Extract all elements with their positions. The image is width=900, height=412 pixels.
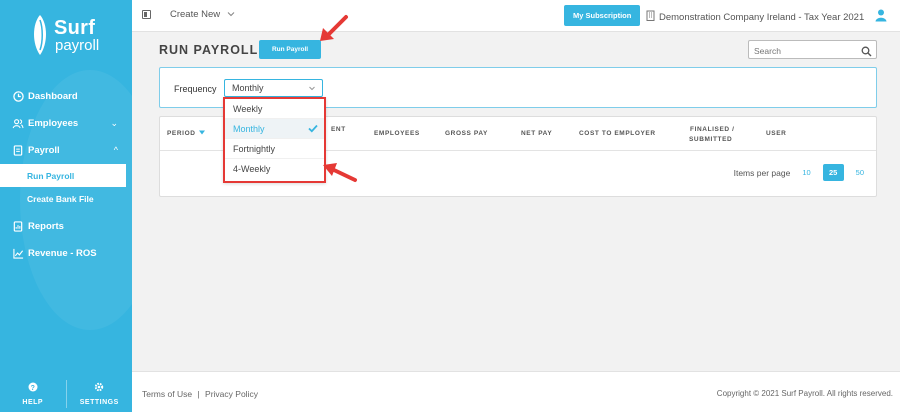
column-header-net-pay: NET PAY bbox=[521, 130, 553, 137]
create-new-menu[interactable]: Create New bbox=[170, 9, 235, 20]
search-box bbox=[748, 40, 877, 62]
page-size-25[interactable]: 25 bbox=[822, 164, 844, 181]
column-header-finalised: FINALISED / SUBMITTED bbox=[689, 125, 735, 145]
my-subscription-button[interactable]: My Subscription bbox=[564, 5, 641, 26]
checkmark-icon bbox=[308, 124, 318, 135]
frequency-option-fortnightly[interactable]: Fortnightly bbox=[225, 139, 324, 159]
svg-text:?: ? bbox=[30, 385, 35, 392]
column-header-cost-to-employer: COST TO EMPLOYER bbox=[579, 130, 656, 137]
frequency-option-4-weekly[interactable]: 4-Weekly bbox=[225, 159, 324, 179]
frequency-label: Frequency bbox=[174, 84, 217, 94]
pagination: Items per page 10 25 50 bbox=[734, 164, 868, 181]
sidebar-item-reports[interactable]: Reports bbox=[0, 213, 132, 240]
terms-of-use-link[interactable]: Terms of Use bbox=[142, 389, 192, 399]
page-size-10[interactable]: 10 bbox=[798, 164, 814, 181]
company-selector[interactable]: Demonstration Company Ireland - Tax Year… bbox=[646, 10, 864, 24]
sidebar-item-label: Employees bbox=[28, 118, 79, 129]
user-icon bbox=[875, 9, 887, 22]
column-header-period[interactable]: PERIOD bbox=[167, 130, 205, 137]
document-icon bbox=[12, 145, 24, 157]
run-payroll-button[interactable]: Run Payroll bbox=[259, 40, 321, 59]
report-icon bbox=[12, 221, 24, 233]
help-icon: ? bbox=[28, 382, 38, 394]
frequency-option-monthly[interactable]: Monthly bbox=[225, 119, 324, 139]
search-icon[interactable] bbox=[861, 44, 872, 62]
clock-icon bbox=[12, 91, 24, 103]
sidebar-item-payroll[interactable]: Payroll ^ bbox=[0, 137, 132, 164]
sidebar-item-label: Reports bbox=[28, 221, 64, 232]
gear-icon bbox=[94, 382, 104, 394]
app-logo[interactable]: Surf payroll bbox=[30, 14, 99, 56]
column-header-finalised-line2: SUBMITTED bbox=[689, 136, 733, 143]
topbar: Create New My Subscription Demonstration… bbox=[132, 0, 900, 32]
footer: Terms of Use | Privacy Policy Copyright … bbox=[132, 371, 900, 412]
footer-separator: | bbox=[197, 389, 200, 399]
copyright-text: Copyright © 2021 Surf Payroll. All right… bbox=[716, 389, 893, 398]
option-label: Weekly bbox=[233, 103, 263, 114]
search-input[interactable] bbox=[749, 42, 853, 60]
frequency-option-weekly[interactable]: Weekly bbox=[225, 99, 324, 119]
frequency-dropdown-menu: Weekly Monthly Fortnightly 4-Weekly bbox=[223, 97, 326, 183]
column-header-gross-pay: GROSS PAY bbox=[445, 130, 488, 137]
column-header-employees: EMPLOYEES bbox=[374, 130, 420, 137]
sidebar-footer: ? HELP SETTINGS bbox=[0, 376, 132, 412]
column-header-finalised-line1: FINALISED / bbox=[690, 126, 735, 133]
chevron-down-icon: ⌄ bbox=[110, 118, 118, 128]
column-header-label: PERIOD bbox=[167, 130, 196, 137]
building-icon bbox=[646, 10, 655, 24]
column-header-user: USER bbox=[766, 130, 787, 137]
users-icon bbox=[12, 118, 24, 130]
help-button[interactable]: ? HELP bbox=[0, 376, 66, 412]
settings-button[interactable]: SETTINGS bbox=[67, 376, 133, 412]
sidebar: Surf payroll Dashboard Employees ⌄ Payro… bbox=[0, 0, 132, 412]
footer-links: Terms of Use | Privacy Policy bbox=[142, 389, 258, 399]
surfboard-logo-icon bbox=[34, 15, 46, 55]
option-label: Monthly bbox=[233, 123, 265, 134]
settings-label: SETTINGS bbox=[79, 399, 119, 406]
logo-text-payroll: payroll bbox=[55, 36, 100, 54]
sidebar-item-revenue-ros[interactable]: Revenue - ROS bbox=[0, 240, 132, 267]
column-header-payment-partial: ENT bbox=[331, 126, 346, 133]
sidebar-nav: Dashboard Employees ⌄ Payroll ^ Run Payr… bbox=[0, 83, 132, 267]
option-label: Fortnightly bbox=[233, 143, 276, 154]
chevron-down-icon bbox=[223, 9, 235, 20]
page-size-50[interactable]: 50 bbox=[852, 164, 868, 181]
sidebar-item-label: Dashboard bbox=[28, 91, 78, 102]
user-avatar[interactable] bbox=[870, 4, 892, 26]
sidebar-item-label: Payroll bbox=[28, 145, 60, 156]
sidebar-item-label: Revenue - ROS bbox=[28, 248, 97, 259]
create-new-label: Create New bbox=[170, 9, 221, 20]
logo-text-surf: Surf bbox=[54, 16, 96, 39]
sidebar-item-employees[interactable]: Employees ⌄ bbox=[0, 110, 132, 137]
chevron-up-icon: ^ bbox=[113, 145, 118, 155]
privacy-policy-link[interactable]: Privacy Policy bbox=[205, 389, 258, 399]
sort-down-icon bbox=[198, 130, 205, 137]
page-title: RUN PAYROLL bbox=[159, 43, 259, 57]
help-label: HELP bbox=[22, 399, 44, 406]
sidebar-subitem-create-bank-file[interactable]: Create Bank File bbox=[0, 187, 132, 210]
sidebar-subitem-run-payroll[interactable]: Run Payroll bbox=[0, 164, 126, 187]
sidebar-toggle-icon[interactable] bbox=[142, 10, 151, 19]
company-name: Demonstration Company Ireland - Tax Year… bbox=[659, 11, 865, 23]
option-label: 4-Weekly bbox=[233, 164, 271, 174]
sidebar-item-dashboard[interactable]: Dashboard bbox=[0, 83, 132, 110]
chart-line-icon bbox=[12, 248, 24, 260]
frequency-select-value: Monthly bbox=[232, 83, 264, 93]
frequency-select[interactable]: Monthly bbox=[224, 79, 323, 97]
items-per-page-label: Items per page bbox=[733, 167, 791, 178]
chevron-down-icon bbox=[308, 84, 316, 94]
